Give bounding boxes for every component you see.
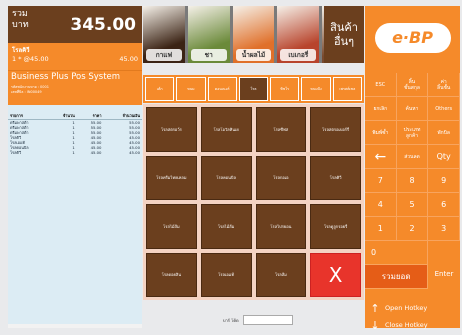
more-products-button[interactable]: สินค้า อื่นๆ (324, 6, 364, 63)
clear-button[interactable]: X (310, 252, 361, 297)
keypad-key[interactable]: 3 (428, 217, 460, 241)
keypad-key[interactable]: ส่วนลด (396, 145, 429, 169)
bill-number-line: เลขที่บิล : IN00049 (11, 90, 42, 94)
last-item-box: โรลคิวี 1 * @45.00 45.00 (8, 43, 142, 70)
category-label: เบเกอรี่ (280, 49, 317, 61)
keypad-key[interactable]: ลิ้น ชั้นสกุล (396, 73, 429, 97)
barcode-label: บาร์ โค้ด (223, 317, 239, 323)
keypad-key[interactable]: 9 (428, 169, 460, 193)
total-value: 345.00 (70, 15, 136, 35)
product-button[interactable]: โรลไปรยอน (255, 204, 307, 249)
last-item-qty-price: 1 * @45.00 (12, 55, 49, 63)
logo-text: e·BP (392, 28, 433, 47)
sales-table: รายการ จำนวน ราคา จำนวนเงิน ดรีมพาสต้า 1 55.0… (8, 113, 142, 155)
arrow-down-icon: ↓ (370, 318, 380, 332)
product-button[interactable]: โรลซีฟส (255, 107, 307, 152)
table-row[interactable]: โรลคิวี 1 45.00 45.00 (8, 150, 142, 155)
product-button[interactable]: โรลครีมไทยเหลม (146, 155, 197, 200)
keypad-key[interactable]: Qty (428, 145, 460, 169)
category-label: ชา (190, 49, 227, 61)
product-button[interactable]: โรลสตรอเบอร์รี่ (310, 107, 361, 152)
category-label: น้ำผลไม้ (235, 49, 272, 61)
product-grid: โรลสตรอว์ร โรลโอวัลทินเย โรลซีฟส โรลสตรอเบอ… (143, 104, 364, 300)
keypad-key[interactable]: ESC (365, 73, 397, 97)
keypad-key[interactable]: ค่า ลิ้นชั้น (428, 73, 460, 97)
keypad-key[interactable]: ประเภท ลูกค้า (396, 121, 429, 145)
system-box: Business Plus Pos System รหัสพนักงานขาย … (8, 70, 142, 105)
last-item-amount: 45.00 (119, 55, 138, 63)
system-title: Business Plus Pos System (11, 72, 121, 82)
arrow-up-icon: ↑ (370, 301, 380, 315)
left-panel: รวม บาท 345.00 โรลคิวี 1 * @45.00 45.00 … (8, 6, 142, 328)
left-status-bar (8, 324, 142, 328)
subcategory-tab[interactable]: คอนเนอร์ (207, 77, 237, 101)
keypad-key[interactable]: 7 (365, 169, 397, 193)
enter-key[interactable]: Enter (428, 249, 460, 298)
keypad-key[interactable]: 8 (396, 169, 429, 193)
table-cell: โรลคิวี (10, 150, 22, 155)
keypad-key[interactable]: 4 (365, 193, 397, 217)
subcategory-tab[interactable]: ขนม (176, 77, 206, 101)
barcode-area: บาร์ โค้ด (143, 312, 364, 328)
category-button[interactable]: น้ำผลไม้ (232, 6, 275, 63)
table-cell: 1 (72, 150, 75, 155)
product-button[interactable]: โรลไม้ส้ม (200, 204, 252, 249)
last-item-name: โรลคิวี (12, 47, 30, 54)
total-box: รวม บาท 345.00 (8, 6, 142, 43)
pay-total-button[interactable]: รวมยอด (365, 265, 429, 289)
keypad-key[interactable]: พักบิล (428, 121, 460, 145)
total-label: รวม บาท (12, 9, 29, 30)
keypad-key[interactable]: พิมพ์ซ้ำ (365, 121, 397, 145)
category-button[interactable]: ชา (187, 6, 230, 63)
category-label: กาแฟ (146, 49, 182, 61)
product-button[interactable]: โรลคิวี (310, 155, 361, 200)
subcategory-row: เค้ก ขนม คอนเนอร์ โรล ทิชโร ขนมปัง เพรสต์เซล (143, 75, 364, 103)
product-button[interactable]: โรลไม้ส้ม (146, 204, 197, 249)
keypad-key[interactable]: 1 (365, 217, 397, 241)
table-cell: 45.00 (129, 150, 140, 155)
subcategory-tab[interactable]: โรล (238, 77, 269, 101)
product-button[interactable]: โรลสตรอว์ร (146, 107, 197, 152)
product-button[interactable]: โรลเอแท้ (200, 252, 252, 297)
subcategory-tab[interactable]: ทิชโร (270, 77, 300, 101)
product-button[interactable]: โรลโอวัลทินเย (200, 107, 252, 152)
right-keypad-panel: e·BP ESC ลิ้น ชั้นสกุล ค่า ลิ้นชั้นยกเลิกค… (365, 6, 460, 332)
open-hotkey-button[interactable]: ↑ Open Hotkey (365, 300, 460, 316)
logo: e·BP (365, 6, 460, 69)
keypad-key[interactable]: ค้นหา (396, 97, 429, 121)
subcategory-tab[interactable]: เพรสต์เซล (332, 77, 362, 101)
subcategory-tab[interactable]: เค้ก (145, 77, 175, 101)
keypad-key[interactable]: ยกเลิก (365, 97, 397, 121)
product-button[interactable]: โรลกอเอ (255, 155, 307, 200)
keypad-key[interactable]: 6 (428, 193, 460, 217)
keypad-key[interactable]: 0 (365, 241, 429, 265)
category-button[interactable]: เบเกอรี่ (277, 6, 320, 63)
product-button[interactable]: โรลดอยลิน (146, 252, 197, 297)
table-cell: 45.00 (90, 150, 102, 155)
barcode-input[interactable] (242, 315, 293, 325)
close-hotkey-button[interactable]: ↓ Close Hotkey (365, 317, 460, 333)
product-button[interactable]: โรลคอนบิล (200, 155, 252, 200)
close-hotkey-label: Close Hotkey (385, 321, 428, 329)
category-button[interactable]: กาแฟ (143, 6, 185, 63)
backspace-icon[interactable]: ← (365, 145, 397, 169)
keypad-key[interactable]: Others (428, 97, 460, 121)
keypad-key[interactable]: 2 (396, 217, 429, 241)
product-button[interactable]: โรลดูลูกรอยรี่ (310, 204, 361, 249)
subcategory-tab[interactable]: ขนมปัง (301, 77, 331, 101)
product-button[interactable]: โรลส้ม (255, 252, 307, 297)
open-hotkey-label: Open Hotkey (385, 304, 428, 312)
keypad-key[interactable]: 5 (396, 193, 429, 217)
